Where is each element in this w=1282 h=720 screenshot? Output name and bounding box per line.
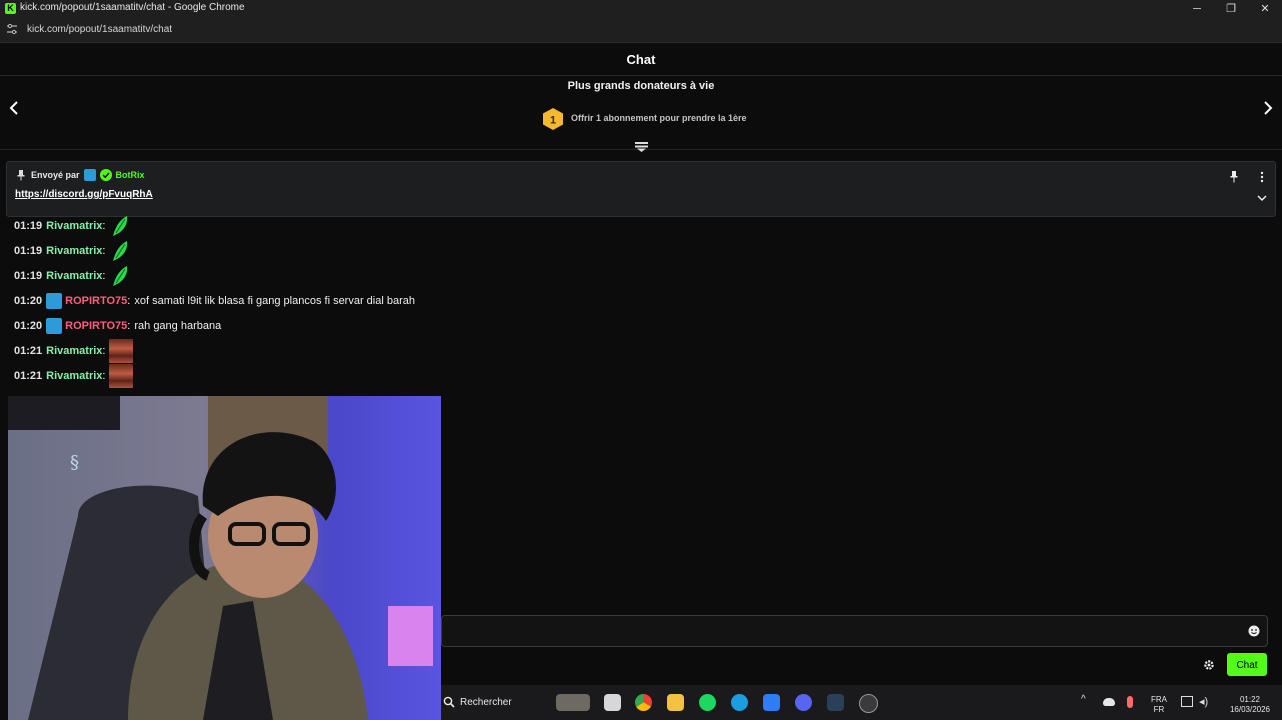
message-time: 01:21 xyxy=(14,345,43,357)
window-title-bar: K kick.com/popout/1saamatitv/chat - Goog… xyxy=(0,0,1282,18)
file-explorer-icon[interactable] xyxy=(667,694,684,711)
lang-bottom: FR xyxy=(1153,705,1165,714)
edge-icon[interactable] xyxy=(731,694,748,711)
chevron-right-icon[interactable] xyxy=(1262,100,1276,118)
moderator-badge-icon xyxy=(46,318,63,334)
message-time: 01:20 xyxy=(14,320,43,332)
window-title: kick.com/popout/1saamatitv/chat - Google… xyxy=(20,2,245,13)
chat-title: Chat xyxy=(626,52,656,67)
moderator-badge-icon xyxy=(46,293,63,309)
gear-icon[interactable] xyxy=(1203,659,1215,671)
pinned-bot-name[interactable]: BotRix xyxy=(116,170,145,180)
donors-offer-text: Offrir 1 abonnement pour prendre la 1ère xyxy=(571,113,747,123)
message-time: 01:19 xyxy=(14,245,43,257)
app-icon[interactable] xyxy=(859,694,878,713)
chrome-icon[interactable] xyxy=(635,694,652,711)
pin-icon xyxy=(17,170,25,181)
pinned-message: Envoyé par BotRix https://discord.gg/pFv… xyxy=(6,161,1276,217)
moderator-badge-icon xyxy=(83,169,96,181)
microphone-icon[interactable] xyxy=(1127,696,1133,708)
chevron-up-icon[interactable]: ^ xyxy=(1081,695,1086,705)
message-username[interactable]: Rivamatrix xyxy=(46,370,102,382)
green-leaf-emote xyxy=(113,266,128,286)
neon-sign: § xyxy=(70,452,79,473)
message-colon: : xyxy=(102,245,106,257)
message-time: 01:21 xyxy=(14,370,43,382)
chat-message: 01:19 Rivamatrix: xyxy=(14,239,131,263)
lang-top: FRA xyxy=(1151,695,1167,704)
message-time: 01:19 xyxy=(14,270,43,282)
clock[interactable]: 01:22 16/03/2026 xyxy=(1221,695,1279,715)
chat-message: 01:19 Rivamatrix: xyxy=(14,264,131,288)
face-photo-emote xyxy=(109,339,134,363)
message-colon: : xyxy=(102,270,106,282)
send-chat-button[interactable]: Chat xyxy=(1227,653,1267,676)
message-time: 01:19 xyxy=(14,220,43,232)
rank-number: 1 xyxy=(550,115,556,127)
message-text: xof samati l9it lik blasa fi gang planco… xyxy=(134,295,415,307)
taskbar-search-label[interactable]: Rechercher xyxy=(460,697,512,708)
maximize-button[interactable]: ❐ xyxy=(1214,0,1248,18)
store-icon[interactable] xyxy=(763,694,780,711)
chevron-left-icon[interactable] xyxy=(8,100,22,118)
message-username[interactable]: Rivamatrix xyxy=(46,245,102,257)
pinned-link[interactable]: https://discord.gg/pFvuqRhA xyxy=(15,189,153,200)
message-username[interactable]: ROPIRTO75 xyxy=(65,295,127,307)
more-options-icon[interactable] xyxy=(1259,171,1265,183)
volume-icon[interactable]: ◂) xyxy=(1199,696,1211,708)
chat-message: 01:20 ROPIRTO75: xof samati l9it lik bla… xyxy=(14,289,415,313)
collapse-icon[interactable] xyxy=(635,142,648,152)
message-colon: : xyxy=(102,345,106,357)
close-button[interactable]: ✕ xyxy=(1248,0,1282,18)
message-colon: : xyxy=(127,295,131,307)
chat-message: 01:21 Rivamatrix: xyxy=(14,364,134,388)
webcam-video: § xyxy=(8,396,441,720)
chat-header: Chat xyxy=(0,43,1282,76)
input-language[interactable]: FRA FR xyxy=(1151,695,1167,715)
cloud-icon[interactable] xyxy=(1103,698,1115,706)
chat-input[interactable] xyxy=(441,615,1268,647)
webcam-overlay: § xyxy=(8,396,441,720)
widgets-icon[interactable] xyxy=(556,694,590,711)
donors-title: Plus grands donateurs à vie xyxy=(567,80,715,92)
message-colon: : xyxy=(127,320,131,332)
message-username[interactable]: Rivamatrix xyxy=(46,270,102,282)
site-settings-icon[interactable] xyxy=(6,23,18,35)
green-leaf-emote xyxy=(113,241,128,261)
emoji-icon[interactable] xyxy=(1248,625,1260,637)
message-colon: : xyxy=(102,370,106,382)
green-leaf-emote xyxy=(113,216,128,236)
pinned-header: Envoyé par BotRix xyxy=(15,169,145,181)
clock-time: 01:22 xyxy=(1239,695,1261,704)
clock-date: 16/03/2026 xyxy=(1229,705,1271,714)
message-time: 01:20 xyxy=(14,295,43,307)
message-username[interactable]: ROPIRTO75 xyxy=(65,320,127,332)
face-photo-emote xyxy=(109,364,134,388)
chevron-down-icon[interactable] xyxy=(1257,194,1267,202)
message-username[interactable]: Rivamatrix xyxy=(46,220,102,232)
message-colon: : xyxy=(102,220,106,232)
unpin-icon[interactable] xyxy=(1229,171,1239,183)
spotify-icon[interactable] xyxy=(699,694,716,711)
windows-taskbar: Rechercher ^ FRA FR ◂) 01:22 16/03/2026 xyxy=(441,685,1282,720)
minimize-button[interactable]: ─ xyxy=(1180,0,1214,18)
top-donors-panel: Plus grands donateurs à vie 1 Offrir 1 a… xyxy=(0,76,1282,152)
message-username[interactable]: Rivamatrix xyxy=(46,345,102,357)
pinned-sent-by: Envoyé par xyxy=(31,170,80,180)
task-view-icon[interactable] xyxy=(604,694,621,711)
url-text[interactable]: kick.com/popout/1saamatitv/chat xyxy=(27,24,172,35)
discord-icon[interactable] xyxy=(795,694,812,711)
rank-badge-icon: 1 xyxy=(543,108,563,130)
steam-icon[interactable] xyxy=(827,694,844,711)
chat-message: 01:19 Rivamatrix: xyxy=(14,214,131,238)
message-text: rah gang harbana xyxy=(134,320,222,332)
verified-badge-icon xyxy=(99,169,112,181)
search-icon[interactable] xyxy=(443,696,455,708)
address-bar[interactable]: kick.com/popout/1saamatitv/chat xyxy=(0,18,1282,43)
chat-message: 01:21 Rivamatrix: xyxy=(14,339,134,363)
chat-message: 01:20 ROPIRTO75: rah gang harbana xyxy=(14,314,221,338)
network-icon[interactable] xyxy=(1181,696,1193,707)
kick-favicon-icon: K xyxy=(5,3,16,14)
